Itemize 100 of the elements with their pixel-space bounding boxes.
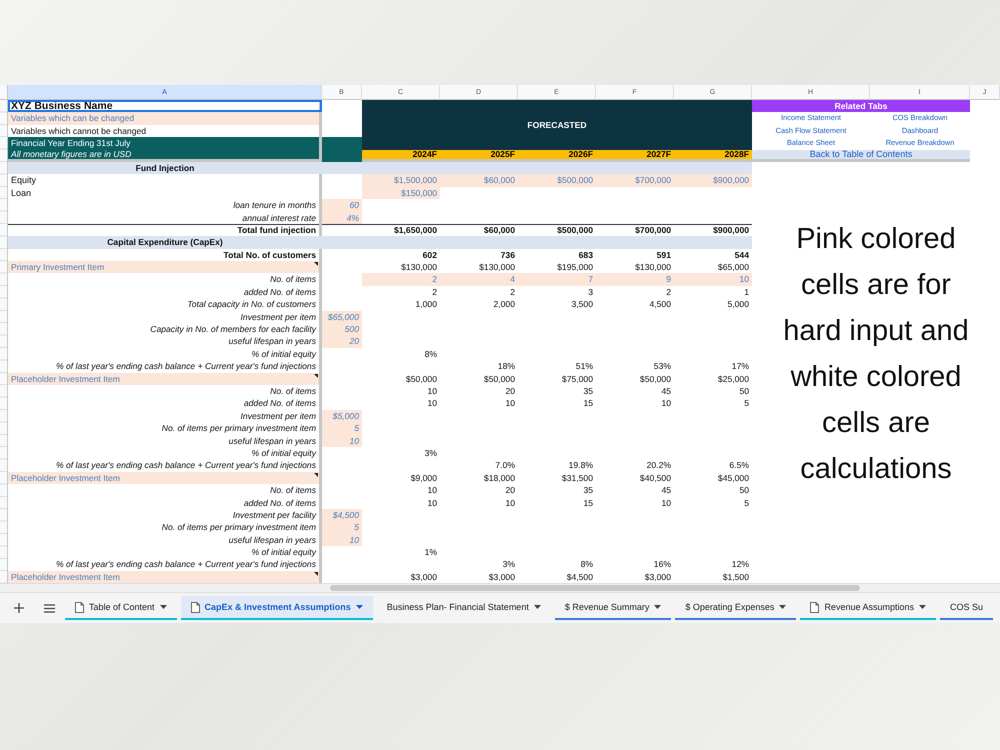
year-header: 2025F [440, 150, 518, 162]
value-cell-text: 10 [660, 397, 672, 410]
value-cell-text: $50,000 [482, 372, 516, 385]
sheet-tab[interactable]: $ Revenue Summary [554, 596, 672, 620]
value-cell-text: $1,500 [722, 570, 750, 584]
input-cell: $65,000 [322, 310, 362, 324]
banner-cell: All monetary figures are in USD [8, 150, 322, 162]
value-cell-text: 5 [743, 397, 750, 410]
input-cell: 10 [322, 534, 362, 546]
sheet-tab[interactable]: Revenue Assumptions [800, 596, 936, 620]
value-cell-text: $900,000 [712, 224, 750, 236]
input-cell: 5 [322, 521, 362, 534]
value-cell: $900,000 [674, 174, 752, 187]
item-label: Placeholder Investment Item [8, 570, 322, 584]
value-cell-text: 16% [652, 558, 672, 571]
year-header: 2027F [596, 150, 674, 162]
back-link[interactable]: Back to Table of Contents [752, 150, 970, 162]
item-label: Placeholder Investment Item [8, 472, 322, 484]
value-cell-text: $18,000 [482, 472, 516, 484]
value-cell-text: $195,000 [556, 261, 594, 274]
value-cell-text: $3,000 [410, 570, 438, 584]
value-cell: 2 [362, 273, 440, 286]
value-cell-text: $130,000 [478, 261, 516, 274]
banner-cell: Financial Year Ending 31st July [8, 137, 322, 150]
sheet-tab[interactable]: COS Su [940, 596, 994, 620]
value-cell: $60,000 [440, 174, 518, 187]
value-cell-text: $3,000 [644, 570, 672, 584]
value-cell-text: 35 [582, 384, 594, 398]
value-cell-text: $65,000 [716, 261, 750, 274]
value-cell-text: 1% [424, 546, 438, 558]
value-cell-text: 51% [574, 360, 594, 373]
corner-cell[interactable] [0, 85, 8, 100]
year-header: 2026F [518, 150, 596, 162]
row-label: % of initial equity [8, 446, 322, 460]
legend-cell: Variables which cannot be changed [8, 124, 322, 138]
value-cell-text: $1,650,000 [392, 224, 438, 236]
value-cell-text: $50,000 [638, 372, 672, 385]
value-cell-text: 544 [734, 248, 750, 262]
item-label: Placeholder Investment Item [8, 372, 322, 385]
value-cell: $150,000 [362, 186, 440, 200]
row-label: No. of items [8, 273, 322, 286]
input-cell: 5 [322, 422, 362, 435]
sheet-tab[interactable]: Business Plan- Financial Statement [376, 596, 551, 620]
value-cell-text: $25,000 [716, 372, 750, 385]
row-label: % of initial equity [8, 546, 322, 558]
section-header: Capital Expenditure (CapEx) [8, 236, 752, 249]
value-cell-text: 19.8% [568, 459, 594, 472]
value-cell-text: 45 [660, 384, 672, 398]
related-tabs-header: Related Tabs [752, 100, 970, 112]
add-sheet-icon[interactable] [14, 603, 24, 614]
value-cell-text: 18% [496, 360, 516, 373]
row-label: No. of items [8, 484, 322, 496]
row-label: % of initial equity [8, 348, 322, 360]
value-cell-text: $9,000 [410, 472, 438, 484]
value-cell-text: 5 [743, 496, 750, 509]
value-cell-text: 6.5% [728, 459, 750, 472]
value-cell-text: 4,500 [648, 298, 672, 311]
value-cell-text: 20.2% [646, 459, 672, 472]
sheet-tab[interactable]: $ Operating Expenses [675, 596, 796, 620]
value-cell-text: 1 [743, 286, 750, 298]
value-cell-text: 15 [582, 496, 594, 509]
value-cell-text: 10 [504, 496, 516, 509]
value-cell-text: 3 [587, 286, 594, 298]
value-cell-text: 10 [504, 397, 516, 410]
scrollbar[interactable] [0, 583, 1000, 592]
value-cell-text: $700,000 [634, 224, 672, 236]
value-cell-text: 5,000 [726, 298, 750, 311]
value-cell-text: 2 [509, 286, 516, 298]
row-header-strip[interactable] [0, 100, 8, 584]
value-cell-text: $130,000 [634, 261, 672, 274]
value-cell-text: 45 [660, 484, 672, 496]
value-cell-text: 683 [578, 248, 594, 262]
value-cell: 7 [518, 273, 596, 286]
note-marker-icon [314, 472, 318, 477]
value-cell-text: 7.0% [494, 459, 516, 472]
note-marker-icon [314, 262, 318, 266]
value-cell-text: $40,500 [638, 472, 672, 484]
value-cell: 9 [596, 273, 674, 286]
value-cell-text: 35 [582, 484, 594, 496]
value-cell-text: 591 [656, 248, 672, 262]
input-cell: $4,500 [322, 508, 362, 522]
value-cell: $700,000 [596, 174, 674, 187]
value-cell-text: 20 [504, 484, 516, 496]
value-cell-text: 10 [426, 397, 438, 410]
value-cell: $500,000 [518, 174, 596, 187]
value-cell-text: 12% [730, 558, 750, 571]
note-text: Pink colored cells are for hard input and white colored cells are calculations [782, 222, 970, 488]
value-cell-text: $45,000 [716, 472, 750, 484]
row-label: added No. of items [8, 286, 322, 298]
value-cell-text: $50,000 [404, 372, 438, 385]
menu-icon[interactable] [44, 604, 55, 613]
sheet-tab[interactable]: Table of Content [65, 596, 177, 620]
value-cell-text: 17% [730, 360, 750, 373]
sheet-tab[interactable]: CapEx & Investment Assumptions [180, 596, 373, 620]
section-header: Fund Injection [8, 162, 752, 174]
banner-cell [322, 150, 362, 162]
value-cell-text: 2 [431, 286, 438, 298]
value-cell-text: 50 [738, 484, 750, 496]
value-cell-text: 20 [504, 384, 516, 398]
value-cell-text: 1,000 [414, 298, 438, 311]
